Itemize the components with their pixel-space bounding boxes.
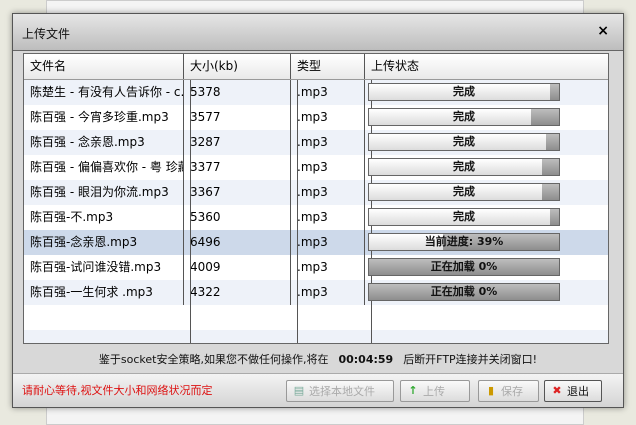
timeout-notice: 鉴于socket安全策略,如果您不做任何操作,将在 00:04:59 后断开FTP连… [13,351,623,367]
upload-status: 完成 [365,105,608,130]
table-row[interactable]: 陈百强-不.mp3 5360 .mp3 完成 [24,205,608,230]
empty-row [24,330,608,343]
file-size: 4009 [184,255,291,280]
file-name: 陈百强 - 念亲恩.mp3 [24,130,184,155]
upload-status: 完成 [365,130,608,155]
file-type: .mp3 [291,105,365,130]
button-label: 上传 [423,385,445,398]
file-type: .mp3 [291,255,365,280]
progress-label: 完成 [453,185,475,198]
file-type: .mp3 [291,130,365,155]
save-icon: ▮ [487,384,495,397]
button-label: 选择本地文件 [309,385,375,398]
progress-bar: 完成 [368,108,560,126]
table-row[interactable]: 陈百强 - 偏偏喜欢你 - 粤 珍藏 3377 .mp3 完成 [24,155,608,180]
upload-status: 完成 [365,80,608,105]
progress-bar: 完成 [368,158,560,176]
table-row[interactable]: 陈百强-一生何求 .mp3 4322 .mp3 正在加载 0% [24,280,608,305]
countdown-timer: 00:04:59 [338,353,394,366]
file-size: 3377 [184,155,291,180]
upload-status: 完成 [365,205,608,230]
file-type: .mp3 [291,155,365,180]
notice-text-end: 后断开FTP连接并关闭窗口! [403,353,538,366]
upload-button[interactable]: ↑ 上传 [400,380,470,402]
file-size: 6496 [184,230,291,255]
progress-label: 完成 [453,160,475,173]
progress-label: 当前进度: 39% [424,235,504,248]
file-name: 陈百强-一生何求 .mp3 [24,280,184,305]
file-name: 陈楚生 - 有没有人告诉你 - c. [24,80,184,105]
file-name: 陈百强-不.mp3 [24,205,184,230]
add-file-icon: ▤ [293,384,305,397]
upload-status: 正在加载 0% [365,255,608,280]
table-row[interactable]: 陈百强 - 眼泪为你流.mp3 3367 .mp3 完成 [24,180,608,205]
file-type: .mp3 [291,280,365,305]
progress-bar: 完成 [368,208,560,226]
upload-status: 正在加载 0% [365,280,608,305]
table-row[interactable]: 陈楚生 - 有没有人告诉你 - c. 5378 .mp3 完成 [24,80,608,105]
file-type: .mp3 [291,180,365,205]
file-name: 陈百强 - 偏偏喜欢你 - 粤 珍藏 [24,155,184,180]
table-header: 文件名 大小(kb) 类型 上传状态 [24,54,608,80]
progress-bar: 完成 [368,183,560,201]
exit-button[interactable]: ✖ 退出 [544,380,602,402]
save-button[interactable]: ▮ 保存 [478,380,539,402]
dialog-footer: 请耐心等待,视文件大小和网络状况而定 ▤ 选择本地文件 ↑ 上传 ▮ 保存 ✖ 退出 [13,373,623,407]
file-name: 陈百强-试问谁没错.mp3 [24,255,184,280]
progress-label: 完成 [453,210,475,223]
button-label: 退出 [567,385,589,398]
progress-bar: 完成 [368,133,560,151]
close-x-icon: ✖ [552,384,562,397]
progress-label: 完成 [453,135,475,148]
header-type[interactable]: 类型 [291,54,365,79]
file-type: .mp3 [291,230,365,255]
select-local-file-button[interactable]: ▤ 选择本地文件 [286,380,394,402]
file-name: 陈百强 - 今宵多珍重.mp3 [24,105,184,130]
dialog-title: 上传文件 [22,27,71,41]
wait-warning: 请耐心等待,视文件大小和网络状况而定 [22,384,213,397]
file-size: 3367 [184,180,291,205]
file-type: .mp3 [291,205,365,230]
progress-label: 完成 [453,110,475,123]
table-row[interactable]: 陈百强 - 念亲恩.mp3 3287 .mp3 完成 [24,130,608,155]
header-size[interactable]: 大小(kb) [184,54,291,79]
button-label: 保存 [501,385,523,398]
table-row[interactable]: 陈百强-念亲恩.mp3 6496 .mp3 当前进度: 39% [24,230,608,255]
file-size: 3577 [184,105,291,130]
table-row[interactable]: 陈百强 - 今宵多珍重.mp3 3577 .mp3 完成 [24,105,608,130]
upload-dialog: 上传文件 × 文件名 大小(kb) 类型 上传状态 陈楚生 - 有没有人告诉你 … [12,13,624,408]
file-type: .mp3 [291,80,365,105]
file-size: 3287 [184,130,291,155]
upload-status: 完成 [365,155,608,180]
progress-label: 完成 [453,85,475,98]
close-icon[interactable]: × [597,23,609,39]
file-name: 陈百强-念亲恩.mp3 [24,230,184,255]
header-status[interactable]: 上传状态 [365,54,608,79]
progress-bar: 完成 [368,83,560,101]
notice-text: 鉴于socket安全策略,如果您不做任何操作,将在 [98,353,329,366]
file-table: 文件名 大小(kb) 类型 上传状态 陈楚生 - 有没有人告诉你 - c. 53… [23,53,609,344]
progress-bar: 当前进度: 39% [368,233,560,251]
empty-row [24,305,608,330]
upload-status: 当前进度: 39% [365,230,608,255]
progress-bar: 正在加载 0% [368,258,560,276]
file-size: 4322 [184,280,291,305]
progress-label: 正在加载 0% [430,285,498,298]
up-arrow-icon: ↑ [408,384,418,397]
progress-label: 正在加载 0% [430,260,498,273]
file-size: 5360 [184,205,291,230]
file-size: 5378 [184,80,291,105]
header-filename[interactable]: 文件名 [24,54,184,79]
progress-bar: 正在加载 0% [368,283,560,301]
upload-status: 完成 [365,180,608,205]
dialog-title-bar: 上传文件 × [13,14,623,51]
table-row[interactable]: 陈百强-试问谁没错.mp3 4009 .mp3 正在加载 0% [24,255,608,280]
file-name: 陈百强 - 眼泪为你流.mp3 [24,180,184,205]
